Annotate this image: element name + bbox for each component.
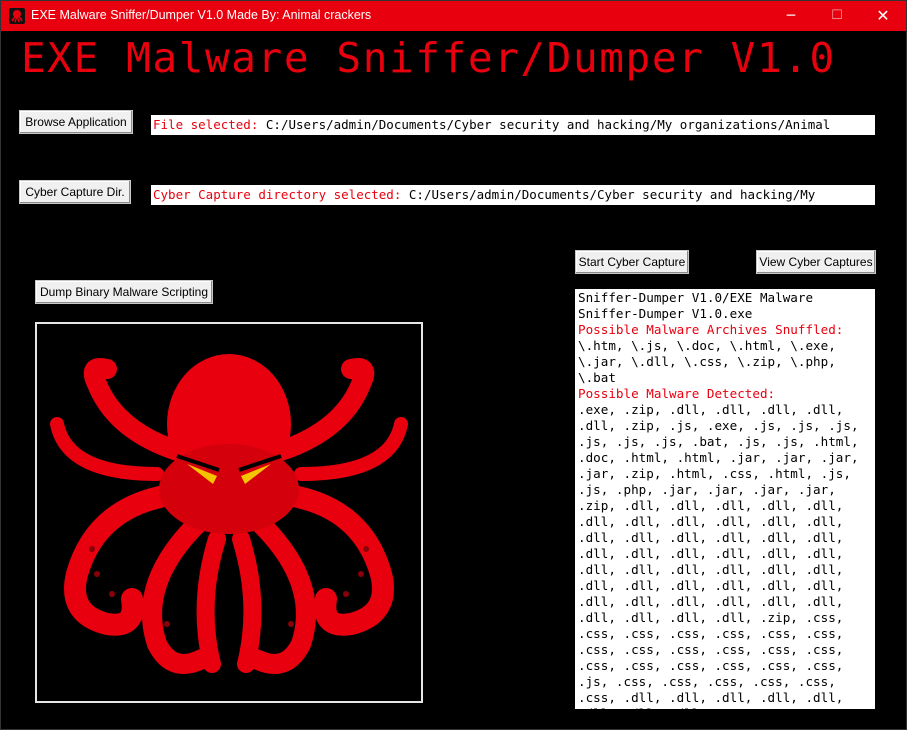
dump-binary-malware-button[interactable]: Dump Binary Malware Scripting xyxy=(35,280,213,304)
maximize-button[interactable]: ☐ xyxy=(814,1,860,31)
view-cyber-captures-button[interactable]: View Cyber Captures xyxy=(756,250,876,274)
output-file-path: Sniffer-Dumper V1.0/EXE Malware Sniffer-… xyxy=(578,290,821,321)
title-bar[interactable]: EXE Malware Sniffer/Dumper V1.0 Made By:… xyxy=(1,1,906,31)
octopus-artwork xyxy=(35,322,423,703)
octopus-illustration xyxy=(50,354,408,674)
detected-heading: Possible Malware Detected: xyxy=(578,386,776,401)
archives-heading: Possible Malware Archives Snuffled: xyxy=(578,322,844,337)
octopus-app-icon xyxy=(9,8,25,24)
app-window: EXE Malware Sniffer/Dumper V1.0 Made By:… xyxy=(0,0,907,730)
archives-list: \.htm, \.js, \.doc, \.html, \.exe, \.jar… xyxy=(578,338,844,385)
window-title: EXE Malware Sniffer/Dumper V1.0 Made By:… xyxy=(31,8,372,22)
start-cyber-capture-button[interactable]: Start Cyber Capture xyxy=(575,250,689,274)
capture-directory-label: Cyber Capture directory selected: xyxy=(153,187,402,202)
capture-output-panel[interactable]: Sniffer-Dumper V1.0/EXE Malware Sniffer-… xyxy=(575,289,875,709)
capture-directory-value: C:/Users/admin/Documents/Cyber security … xyxy=(408,187,816,202)
file-selected-label: File selected: xyxy=(153,117,259,132)
detected-list: .exe, .zip, .dll, .dll, .dll, .dll, .dll… xyxy=(578,402,859,709)
file-selected-field: File selected: C:/Users/admin/Documents/… xyxy=(151,115,875,135)
file-selected-value: C:/Users/admin/Documents/Cyber security … xyxy=(265,117,831,132)
cyber-capture-dir-button[interactable]: Cyber Capture Dir. xyxy=(19,180,131,204)
capture-directory-field: Cyber Capture directory selected: C:/Use… xyxy=(151,185,875,205)
minimize-button[interactable]: ─ xyxy=(768,1,814,31)
browse-application-button[interactable]: Browse Application xyxy=(19,110,133,134)
close-button[interactable]: ✕ xyxy=(860,1,906,31)
app-banner-title: EXE Malware Sniffer/Dumper V1.0 xyxy=(21,34,836,82)
